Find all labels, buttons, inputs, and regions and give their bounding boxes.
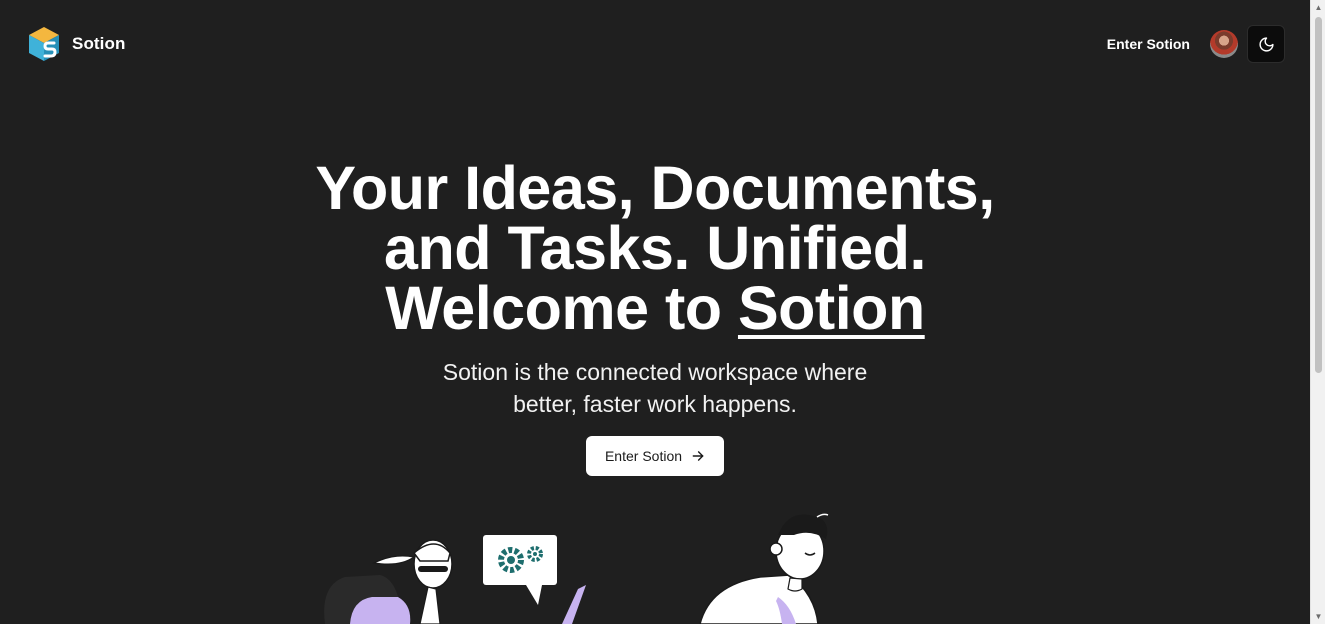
brand-name: Sotion [72, 34, 126, 53]
woman-figure-icon [324, 539, 453, 624]
landing-page: Sotion Enter Sotion Your Ideas, Document… [0, 0, 1310, 624]
avatar[interactable] [1210, 30, 1238, 58]
hero-subtitle-line-2: better, faster work happens. [513, 391, 797, 417]
moon-icon [1258, 36, 1274, 52]
hero-heading-line-1: Your Ideas, Documents, [315, 154, 995, 222]
enter-sotion-link[interactable]: Enter Sotion [1107, 36, 1190, 52]
man-figure-icon [699, 513, 829, 624]
hero-heading: Your Ideas, Documents, and Tasks. Unifie… [0, 158, 1310, 339]
gears-speech-bubble-icon [483, 535, 557, 605]
scroll-up-arrow-icon[interactable]: ▲ [1314, 3, 1323, 12]
enter-sotion-button[interactable]: Enter Sotion [586, 436, 724, 476]
vertical-scrollbar[interactable]: ▲ ▼ [1310, 0, 1325, 624]
hero-subtitle-line-1: Sotion is the connected workspace where [442, 359, 868, 385]
enter-sotion-button-label: Enter Sotion [604, 448, 683, 464]
arrow-right-icon [691, 449, 705, 463]
hero-heading-brand: Sotion [737, 274, 925, 342]
header-actions: Enter Sotion [1107, 25, 1285, 63]
hero-subtitle: Sotion is the connected workspace where … [0, 356, 1310, 420]
scrollbar-thumb[interactable] [1315, 17, 1322, 373]
logo[interactable]: Sotion [28, 26, 125, 62]
hero-illustration [324, 513, 829, 624]
scroll-down-arrow-icon[interactable]: ▼ [1314, 612, 1323, 621]
sotion-cube-logo-icon [29, 27, 59, 61]
hero-heading-line-2: and Tasks. Unified. [384, 214, 926, 282]
hero-heading-line-3-prefix: Welcome to [385, 274, 738, 342]
theme-toggle-button[interactable] [1247, 25, 1285, 63]
